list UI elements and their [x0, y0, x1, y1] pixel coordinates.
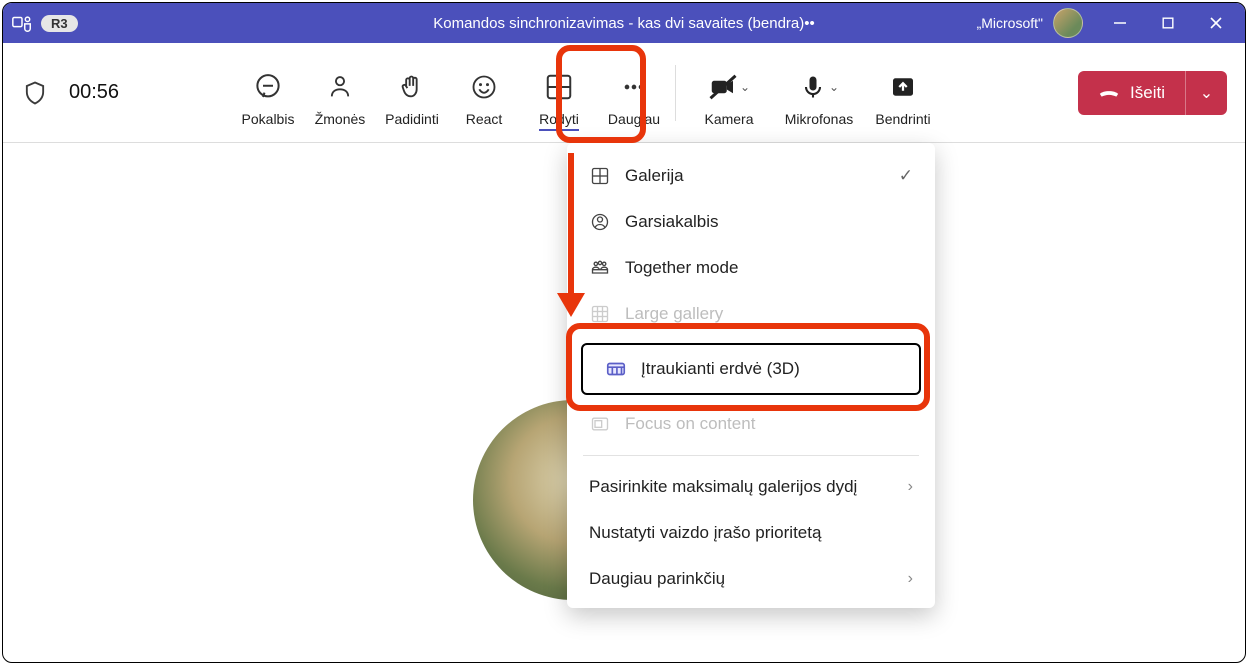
- mic-icon: ⌄: [799, 67, 839, 107]
- minimize-button[interactable]: [1107, 10, 1133, 36]
- chat-icon: [253, 67, 283, 107]
- leave-label: Išeiti: [1130, 83, 1165, 103]
- more-label: Daugiau: [608, 111, 660, 127]
- share-button[interactable]: Bendrinti: [864, 55, 942, 127]
- share-icon: [888, 67, 918, 107]
- react-button[interactable]: React: [451, 55, 517, 127]
- menu-gallery-label: Galerija: [625, 166, 684, 186]
- menu-prioritize-video[interactable]: Nustatyti vaizdo įrašo prioritetą: [567, 510, 935, 556]
- camera-button[interactable]: ⌄ Kamera: [684, 55, 774, 127]
- mic-button[interactable]: ⌄ Mikrofonas: [774, 55, 864, 127]
- chevron-right-icon: ›: [908, 478, 913, 496]
- menu-immersive-3d[interactable]: Įtraukianti erdvė (3D): [581, 343, 921, 395]
- people-icon: [326, 67, 354, 107]
- mic-chevron-icon[interactable]: ⌄: [829, 80, 839, 94]
- view-label: Rodyti: [539, 111, 579, 131]
- view-button[interactable]: Rodyti: [517, 55, 601, 131]
- close-button[interactable]: [1203, 10, 1229, 36]
- menu-separator: [583, 455, 919, 456]
- chat-button[interactable]: Pokalbis: [229, 55, 307, 127]
- focus-icon: [589, 413, 611, 435]
- chevron-down-icon: ⌄: [1200, 83, 1213, 103]
- menu-max-gallery-label: Pasirinkite maksimalų galerijos dydį: [589, 477, 857, 497]
- chevron-right-icon: ›: [908, 570, 913, 588]
- menu-large-gallery-label: Large gallery: [625, 304, 723, 324]
- toolbar-left: 00:56: [21, 79, 221, 107]
- menu-large-gallery: Large gallery: [567, 291, 935, 337]
- meeting-toolbar: 00:56 Pokalbis Žmonės: [3, 43, 1245, 143]
- menu-together-label: Together mode: [625, 258, 738, 278]
- check-icon: ✓: [899, 166, 913, 186]
- immersive-icon: [605, 358, 627, 380]
- mic-label: Mikrofonas: [785, 111, 853, 127]
- share-label: Bendrinti: [875, 111, 930, 127]
- menu-immersive-label: Įtraukianti erdvė (3D): [641, 359, 800, 379]
- camera-icon: ⌄: [708, 67, 750, 107]
- maximize-button[interactable]: [1155, 10, 1181, 36]
- toolbar-divider: [675, 65, 676, 121]
- view-icon: [544, 67, 574, 107]
- leave-button[interactable]: Išeiti: [1078, 71, 1185, 115]
- more-button[interactable]: Daugiau: [601, 55, 667, 127]
- titlebar-left: R3: [11, 12, 78, 34]
- chat-label: Pokalbis: [242, 111, 295, 127]
- gallery-icon: [589, 165, 611, 187]
- preview-badge: R3: [41, 15, 78, 32]
- meeting-title: Komandos sinchronizavimas - kas dvi sava…: [433, 15, 815, 32]
- titlebar-right: „Microsoft": [977, 8, 1237, 38]
- menu-focus-content: Focus on content: [567, 401, 935, 447]
- more-icon: [620, 67, 648, 107]
- menu-more-options-label: Daugiau parinkčių: [589, 569, 725, 589]
- user-avatar[interactable]: [1053, 8, 1083, 38]
- speaker-icon: [589, 211, 611, 233]
- menu-focus-label: Focus on content: [625, 414, 755, 434]
- react-icon: [470, 67, 498, 107]
- menu-more-options[interactable]: Daugiau parinkčių ›: [567, 556, 935, 602]
- teams-logo-icon: [11, 12, 33, 34]
- menu-max-gallery-size[interactable]: Pasirinkite maksimalų galerijos dydį ›: [567, 464, 935, 510]
- menu-gallery[interactable]: Galerija ✓: [567, 153, 935, 199]
- menu-speaker-label: Garsiakalbis: [625, 212, 719, 232]
- large-gallery-icon: [589, 303, 611, 325]
- react-label: React: [466, 111, 503, 127]
- leave-button-group: Išeiti ⌄: [1078, 71, 1227, 115]
- leave-more-button[interactable]: ⌄: [1185, 71, 1227, 115]
- window-controls: [1107, 10, 1229, 36]
- camera-chevron-icon[interactable]: ⌄: [740, 80, 750, 94]
- raise-hand-button[interactable]: Padidinti: [373, 55, 451, 127]
- camera-label: Kamera: [704, 111, 753, 127]
- menu-prioritize-label: Nustatyti vaizdo įrašo prioritetą: [589, 523, 821, 543]
- app-window: R3 Komandos sinchronizavimas - kas dvi s…: [2, 2, 1246, 663]
- menu-together[interactable]: Together mode: [567, 245, 935, 291]
- title-bar: R3 Komandos sinchronizavimas - kas dvi s…: [3, 3, 1245, 43]
- together-icon: [589, 257, 611, 279]
- view-menu: Galerija ✓ Garsiakalbis Together mode La…: [567, 143, 935, 608]
- hangup-icon: [1098, 82, 1120, 104]
- raise-hand-icon: [398, 67, 426, 107]
- call-timer: 00:56: [69, 81, 119, 104]
- people-button[interactable]: Žmonės: [307, 55, 373, 127]
- toolbar-items: Pokalbis Žmonės Padidinti: [229, 55, 942, 131]
- people-label: Žmonės: [315, 111, 366, 127]
- shield-icon[interactable]: [21, 79, 49, 107]
- menu-speaker[interactable]: Garsiakalbis: [567, 199, 935, 245]
- raise-hand-label: Padidinti: [385, 111, 439, 127]
- org-label: „Microsoft": [977, 15, 1043, 31]
